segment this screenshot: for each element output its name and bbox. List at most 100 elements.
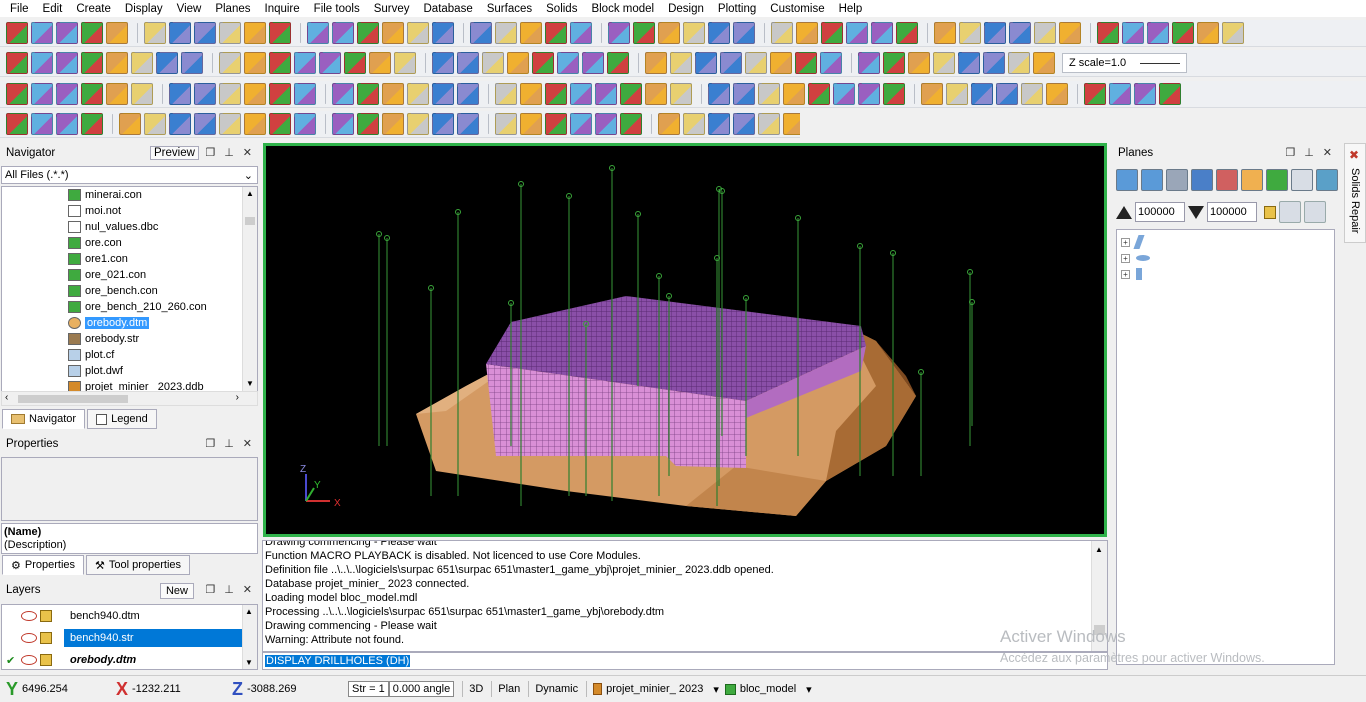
- select-icon[interactable]: [6, 83, 28, 105]
- lock-icon[interactable]: [40, 654, 52, 666]
- file-item[interactable]: plot.cf: [2, 347, 257, 363]
- record-icon[interactable]: [771, 22, 793, 44]
- estimate-icon[interactable]: [407, 113, 429, 135]
- menu-file[interactable]: File: [10, 3, 29, 15]
- plane-tree-item[interactable]: +: [1117, 250, 1334, 266]
- plane-xz-icon[interactable]: [1141, 169, 1163, 191]
- scroll-down-icon[interactable]: ▼: [245, 658, 253, 667]
- status-database[interactable]: projet_minier_ 2023 ▾: [593, 683, 719, 696]
- visibility-eye-icon[interactable]: [21, 611, 37, 621]
- record-icon[interactable]: [620, 113, 642, 135]
- polygon-icon[interactable]: [1021, 83, 1043, 105]
- report-icon[interactable]: [432, 113, 454, 135]
- grid-icon[interactable]: [106, 83, 128, 105]
- select-icon[interactable]: [971, 83, 993, 105]
- file-item[interactable]: plot.dwf: [2, 363, 257, 379]
- move-icon[interactable]: [382, 22, 404, 44]
- fillet-icon[interactable]: [883, 83, 905, 105]
- plane-lock-icon[interactable]: [1241, 169, 1263, 191]
- status-block-model[interactable]: bloc_model ▾: [724, 683, 812, 696]
- scroll-up-icon[interactable]: ▲: [245, 189, 255, 199]
- select-icon[interactable]: [1147, 22, 1169, 44]
- extend-icon[interactable]: [708, 83, 730, 105]
- extend-icon[interactable]: [795, 52, 817, 74]
- trim-icon[interactable]: [244, 83, 266, 105]
- undo-icon[interactable]: [106, 22, 128, 44]
- grid-icon[interactable]: [169, 22, 191, 44]
- intersect-icon[interactable]: [1046, 83, 1068, 105]
- file-item[interactable]: orebody.dtm: [2, 315, 257, 331]
- monitor-icon[interactable]: [633, 22, 655, 44]
- surface-icon[interactable]: [532, 52, 554, 74]
- rectangle-icon[interactable]: [1109, 83, 1131, 105]
- file-item[interactable]: minerai.con: [2, 187, 257, 203]
- line-icon[interactable]: [495, 22, 517, 44]
- tab-properties[interactable]: ⚙ Properties: [2, 555, 85, 575]
- undo-icon[interactable]: [934, 22, 956, 44]
- checkbox[interactable]: [6, 632, 19, 644]
- pin-icon[interactable]: ⊥: [224, 146, 234, 159]
- pick-icon[interactable]: [357, 22, 379, 44]
- extend-icon[interactable]: [369, 52, 391, 74]
- fillet-icon[interactable]: [407, 83, 429, 105]
- attribute-icon[interactable]: [382, 113, 404, 135]
- axis-icon[interactable]: [307, 22, 329, 44]
- orbit-icon[interactable]: [595, 113, 617, 135]
- volume-icon[interactable]: [695, 52, 717, 74]
- clip-icon[interactable]: [607, 52, 629, 74]
- layer-item[interactable]: bench940.str: [2, 627, 257, 649]
- menu-edit[interactable]: Edit: [43, 3, 63, 15]
- lock-icon[interactable]: [40, 632, 52, 644]
- deselect-icon[interactable]: [996, 83, 1018, 105]
- segment-edit-icon[interactable]: [883, 52, 905, 74]
- block-model-icon[interactable]: [332, 113, 354, 135]
- segment-icon[interactable]: [520, 22, 542, 44]
- scroll-up-icon[interactable]: ▲: [1095, 545, 1103, 554]
- plane-range-upper-input[interactable]: [1135, 202, 1185, 222]
- deselect-icon[interactable]: [31, 83, 53, 105]
- constraint-icon[interactable]: [357, 113, 379, 135]
- bend-icon[interactable]: [921, 83, 943, 105]
- menu-survey[interactable]: Survey: [374, 3, 410, 15]
- target-icon[interactable]: [269, 22, 291, 44]
- solid-icon[interactable]: [733, 22, 755, 44]
- plane-view-icon[interactable]: [1316, 169, 1338, 191]
- close-icon[interactable]: ✕: [243, 437, 252, 450]
- contour-icon[interactable]: [745, 52, 767, 74]
- zoom-in-icon[interactable]: [1009, 22, 1031, 44]
- triangle-edit-icon[interactable]: [81, 52, 103, 74]
- display-icon[interactable]: [608, 22, 630, 44]
- segment-edit-icon[interactable]: [457, 52, 479, 74]
- visibility-eye-icon[interactable]: [21, 633, 37, 643]
- float-icon[interactable]: ❐: [1285, 146, 1295, 159]
- point-edit-icon[interactable]: [908, 52, 930, 74]
- paint-icon[interactable]: [946, 83, 968, 105]
- lock-icon[interactable]: [1264, 205, 1276, 219]
- undo-icon[interactable]: [357, 83, 379, 105]
- menu-view[interactable]: View: [177, 3, 202, 15]
- plane-clear-icon[interactable]: [1216, 169, 1238, 191]
- drillhole-icon[interactable]: [645, 83, 667, 105]
- new-file-icon[interactable]: [821, 22, 843, 44]
- plane-apply-icon[interactable]: [1304, 201, 1326, 223]
- merge-icon[interactable]: [269, 83, 291, 105]
- constraint-icon[interactable]: [31, 113, 53, 135]
- float-icon[interactable]: ❐: [205, 437, 215, 450]
- merge-icon[interactable]: [758, 83, 780, 105]
- scene-3d[interactable]: Z Y X: [266, 146, 1104, 534]
- solid-icon[interactable]: [557, 52, 579, 74]
- select-icon[interactable]: [332, 22, 354, 44]
- export-icon[interactable]: [457, 113, 479, 135]
- grid-icon[interactable]: [1084, 83, 1106, 105]
- checkmark-icon[interactable]: ✔: [6, 654, 19, 667]
- menu-customise[interactable]: Customise: [770, 3, 824, 15]
- checkbox[interactable]: [6, 610, 19, 622]
- float-icon[interactable]: ❐: [205, 146, 215, 159]
- measure-icon[interactable]: [670, 52, 692, 74]
- record-icon[interactable]: [294, 113, 316, 135]
- bend-icon[interactable]: [432, 83, 454, 105]
- angle-value[interactable]: 0.000 angle: [388, 681, 455, 697]
- point-icon[interactable]: [432, 22, 454, 44]
- intersect-icon[interactable]: [81, 83, 103, 105]
- layer-icon[interactable]: [770, 52, 792, 74]
